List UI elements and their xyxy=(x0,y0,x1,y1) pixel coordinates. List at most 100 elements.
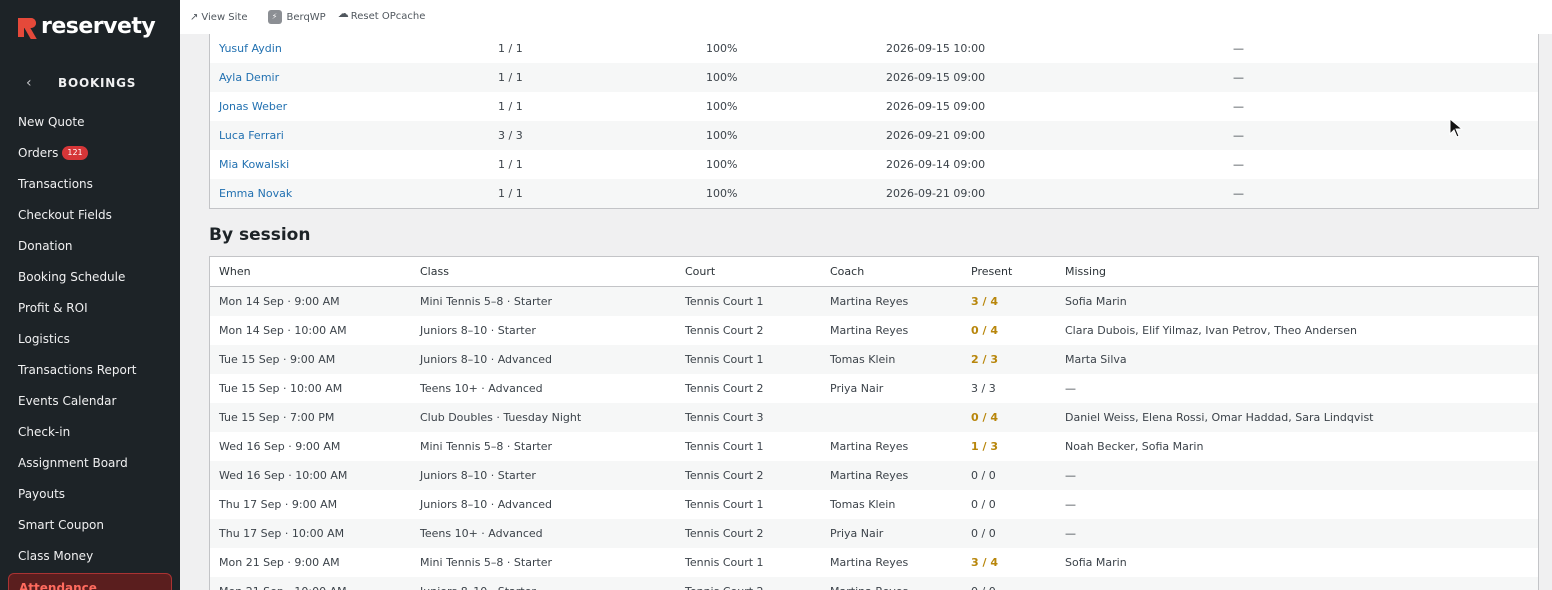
when-cell: Tue 15 Sep · 10:00 AM xyxy=(219,382,343,395)
court-cell: Tennis Court 1 xyxy=(685,353,764,366)
class-cell: Teens 10+ · Advanced xyxy=(420,527,543,540)
missing-cell: Marta Silva xyxy=(1065,353,1127,366)
by-session-heading: By session xyxy=(209,225,311,245)
sidebar-item-payouts[interactable]: Payouts xyxy=(0,478,180,509)
main-content: Yusuf Aydin 1 / 1 100% 2026-09-15 10:00 … xyxy=(180,34,1552,590)
table-row: Luca Ferrari 3 / 3 100% 2026-09-21 09:00… xyxy=(210,121,1538,150)
last-seen-cell: 2026-09-21 09:00 xyxy=(886,187,986,200)
missing-cell: — xyxy=(1065,498,1076,511)
sessions-cell: 1 / 1 xyxy=(498,100,523,113)
sidebar-item-class-money[interactable]: Class Money xyxy=(0,540,180,571)
sidebar-item-check-in[interactable]: Check-in xyxy=(0,416,180,447)
coach-cell: Martina Reyes xyxy=(830,324,909,337)
class-cell: Mini Tennis 5–8 · Starter xyxy=(420,556,553,569)
sidebar-item-logistics[interactable]: Logistics xyxy=(0,323,180,354)
section-header[interactable]: ‹ BOOKINGS xyxy=(0,72,180,94)
rate-cell: 100% xyxy=(706,71,738,84)
missing-cell: Sofia Marin xyxy=(1065,295,1127,308)
class-cell: Juniors 8–10 · Advanced xyxy=(420,498,553,511)
sidebar-item-label: Orders xyxy=(18,145,59,160)
reset-opcache-button[interactable]: ☁ Reset OPcache xyxy=(338,7,426,24)
sidebar-item-label: Donation xyxy=(18,238,73,253)
sidebar-item-orders[interactable]: Orders 121 xyxy=(0,137,180,168)
student-name-link[interactable]: Ayla Demir xyxy=(210,71,498,84)
column-header-missing: Missing xyxy=(1065,265,1107,278)
coach-cell: Martina Reyes xyxy=(830,585,971,590)
student-name-link[interactable]: Luca Ferrari xyxy=(210,129,498,142)
sidebar-item-assignment-board[interactable]: Assignment Board xyxy=(0,447,180,478)
sidebar-item-donation[interactable]: Donation xyxy=(0,230,180,261)
sidebar-item-attendance[interactable]: Attendance xyxy=(8,573,172,590)
missing-cell: — xyxy=(1065,585,1535,590)
missed-cell: — xyxy=(1233,158,1244,171)
column-header-coach: Coach xyxy=(830,265,865,278)
sidebar-item-smart-coupon[interactable]: Smart Coupon xyxy=(0,509,180,540)
view-site-link[interactable]: ↗ View Site xyxy=(190,12,248,23)
sidebar-item-profit-roi[interactable]: Profit & ROI xyxy=(0,292,180,323)
berqwp-link[interactable]: ⚡ BerqWP xyxy=(267,10,326,24)
sidebar-item-label: Transactions Report xyxy=(18,362,137,377)
external-link-icon: ↗ xyxy=(190,11,199,23)
present-cell: 3 / 4 xyxy=(971,295,998,308)
table-row: Mon 14 Sep · 10:00 AM Juniors 8–10 · Star… xyxy=(210,316,1538,345)
table-row: Mia Kowalski 1 / 1 100% 2026-09-14 09:00… xyxy=(210,150,1538,179)
class-cell: Teens 10+ · Advanced xyxy=(420,382,543,395)
rate-cell: 100% xyxy=(706,42,738,55)
sidebar-item-label: New Quote xyxy=(18,114,85,129)
student-name-link[interactable]: Mia Kowalski xyxy=(210,158,498,171)
missed-cell: — xyxy=(1233,100,1244,113)
when-cell: Mon 14 Sep · 10:00 AM xyxy=(219,324,347,337)
sidebar-item-label: Checkout Fields xyxy=(18,207,112,222)
court-cell: Tennis Court 2 xyxy=(685,585,830,590)
student-name-link[interactable]: Jonas Weber xyxy=(210,100,498,113)
chevron-left-icon[interactable]: ‹ xyxy=(26,75,46,91)
by-session-table: When Class Court Coach Present Missing M… xyxy=(209,256,1539,590)
missing-cell: — xyxy=(1065,527,1076,540)
sessions-cell: 1 / 1 xyxy=(498,71,523,84)
coach-cell: Priya Nair xyxy=(830,527,884,540)
sidebar-item-label: Events Calendar xyxy=(18,393,117,408)
by-student-table: Yusuf Aydin 1 / 1 100% 2026-09-15 10:00 … xyxy=(209,34,1539,209)
coach-cell: Martina Reyes xyxy=(830,295,909,308)
sidebar-item-transactions[interactable]: Transactions xyxy=(0,168,180,199)
when-cell: Wed 16 Sep · 9:00 AM xyxy=(219,440,341,453)
last-seen-cell: 2026-09-15 09:00 xyxy=(886,100,986,113)
sidebar-item-new-quote[interactable]: New Quote xyxy=(0,106,180,137)
table-row: Wed 16 Sep · 9:00 AM Mini Tennis 5–8 · St… xyxy=(210,432,1538,461)
sidebar-item-booking-schedule[interactable]: Booking Schedule xyxy=(0,261,180,292)
present-cell: 0 / 0 xyxy=(971,469,996,482)
column-header-class: Class xyxy=(420,265,449,278)
table-header: When Class Court Coach Present Missing xyxy=(210,257,1538,287)
brand-name: reservety xyxy=(41,14,156,39)
student-name-link[interactable]: Emma Novak xyxy=(210,187,498,200)
court-cell: Tennis Court 2 xyxy=(685,382,764,395)
reset-opcache-label: Reset OPcache xyxy=(350,10,426,22)
present-cell: 0 / 0 xyxy=(971,498,996,511)
present-cell: 0 / 4 xyxy=(971,324,998,337)
table-row: Mon 21 Sep · 10:00 AMJuniors 8–10 · Star… xyxy=(210,577,1538,590)
last-seen-cell: 2026-09-15 10:00 xyxy=(886,42,986,55)
last-seen-cell: 2026-09-14 09:00 xyxy=(886,158,986,171)
coach-cell: Tomas Klein xyxy=(830,498,896,511)
sidebar-item-label: Transactions xyxy=(18,176,93,191)
berqwp-label: BerqWP xyxy=(286,11,326,23)
sidebar-item-checkout-fields[interactable]: Checkout Fields xyxy=(0,199,180,230)
class-cell: Mini Tennis 5–8 · Starter xyxy=(420,295,553,308)
sidebar-item-transactions-report[interactable]: Transactions Report xyxy=(0,354,180,385)
missing-cell: Noah Becker, Sofia Marin xyxy=(1065,440,1204,453)
sidebar-item-events-calendar[interactable]: Events Calendar xyxy=(0,385,180,416)
class-cell: Club Doubles · Tuesday Night xyxy=(420,411,582,424)
brand-logo[interactable]: reservety xyxy=(18,14,156,39)
logo-mark-icon xyxy=(18,16,37,39)
table-row: Thu 17 Sep · 10:00 AM Teens 10+ · Advance… xyxy=(210,519,1538,548)
rate-cell: 100% xyxy=(706,129,738,142)
rate-cell: 100% xyxy=(706,158,738,171)
view-site-label: View Site xyxy=(201,11,248,23)
when-cell: Thu 17 Sep · 10:00 AM xyxy=(219,527,345,540)
sidebar-item-label: Attendance xyxy=(19,581,97,590)
class-cell: Juniors 8–10 · Starter xyxy=(420,585,685,590)
present-cell: 2 / 3 xyxy=(971,353,998,366)
class-cell: Juniors 8–10 · Advanced xyxy=(420,353,553,366)
sidebar-item-label: Class Money xyxy=(18,548,94,563)
student-name-link[interactable]: Yusuf Aydin xyxy=(210,42,498,55)
